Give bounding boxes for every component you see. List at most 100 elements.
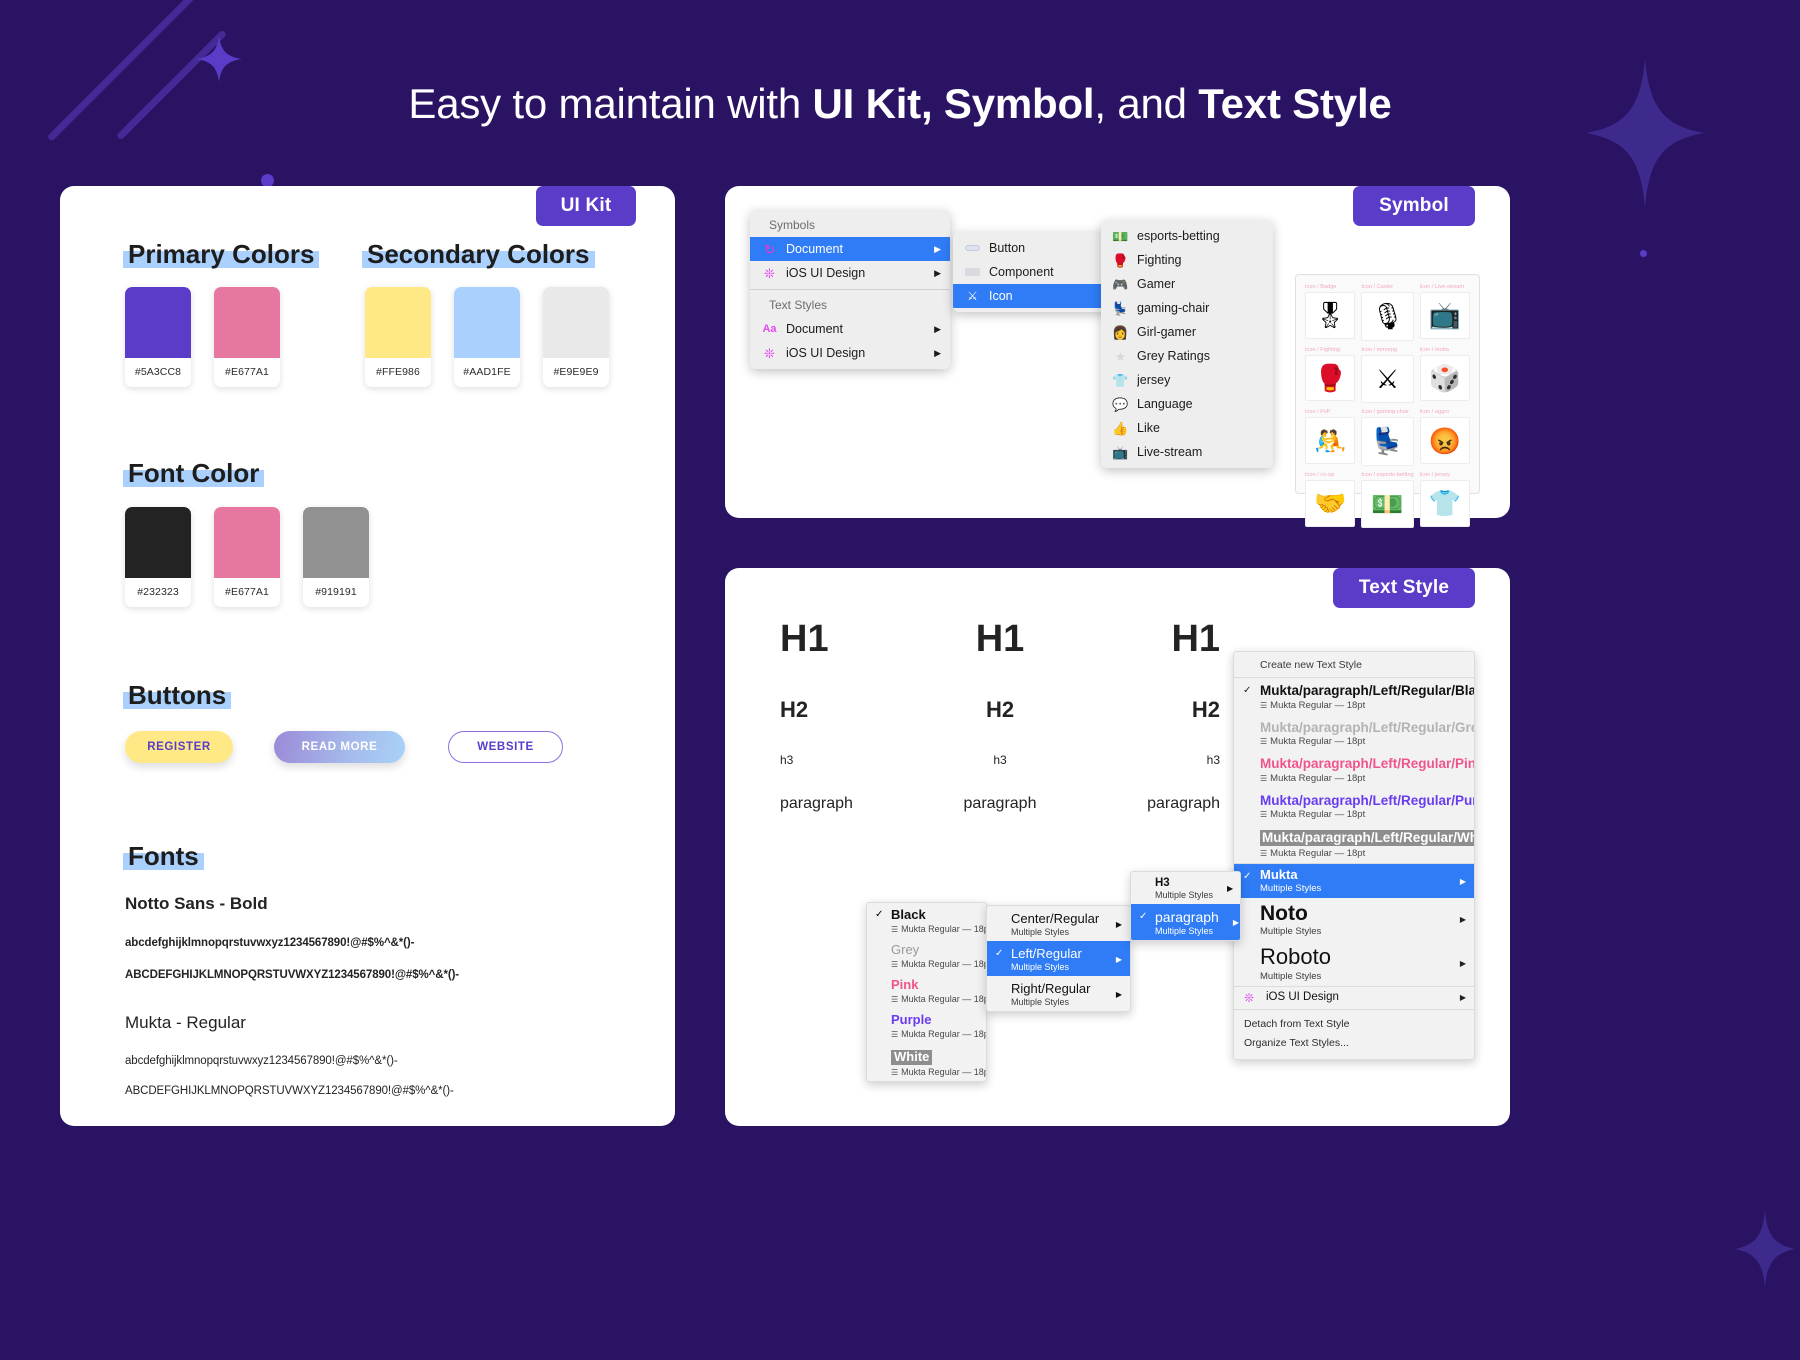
color-hex-label: #232323 [137, 586, 179, 598]
icon-grid-cell[interactable]: Icon / jersey 👕 [1419, 471, 1470, 529]
color-swatch[interactable]: #E9E9E9 [543, 287, 609, 387]
register-button[interactable]: REGISTER [125, 731, 233, 763]
ui-kit-card: Primary Colors #5A3CC8 #E677A1 Secondary… [60, 186, 675, 1126]
level-item-h3[interactable]: H3 Multiple Styles ▶ [1131, 872, 1240, 904]
text-style-item-grey[interactable]: Mukta/paragraph/Left/Regular/Grey ☰ Mukta… [1234, 715, 1474, 752]
color-swatch[interactable]: #5A3CC8 [125, 287, 191, 387]
list-item[interactable]: 💵 esports-betting [1101, 224, 1273, 248]
h1-sample: H1 [975, 618, 1025, 660]
organize-text-styles-item[interactable]: Organize Text Styles... [1234, 1034, 1474, 1053]
menu-item-document-textstyle[interactable]: Aa Document ▶ [750, 317, 950, 341]
text-style-item-black[interactable]: ✓ Mukta/paragraph/Left/Regular/Black ☰ Mu… [1234, 678, 1474, 715]
color-chip [365, 287, 431, 358]
list-item[interactable]: 🥊 Fighting [1101, 248, 1273, 272]
text-style-item-purple[interactable]: Mukta/paragraph/Left/Regular/Purple ☰ Muk… [1234, 788, 1474, 825]
icon-list-menu[interactable]: 💵 esports-betting 🥊 Fighting 🎮 Gamer 💺 g… [1101, 220, 1273, 468]
menu-item-document-symbol[interactable]: ↻ Document ▶ [750, 237, 950, 261]
font-item-roboto[interactable]: Roboto Multiple Styles ▶ [1234, 941, 1474, 985]
page-title: Easy to maintain with UI Kit, Symbol, an… [0, 80, 1800, 128]
symbols-menu[interactable]: Symbols ↻ Document ▶ ❊ iOS UI Design ▶ T… [750, 210, 950, 369]
chevron-right-icon: ▶ [1227, 884, 1234, 893]
icon-caption: Icon / aggro [1419, 409, 1450, 416]
list-item[interactable]: 💬 Language [1101, 392, 1273, 416]
style-meta: ☰ Mukta Regular — 18pt [1260, 848, 1366, 860]
color-item-black[interactable]: ✓ Black ☰ Mukta Regular — 18pt [867, 903, 986, 938]
h1-sample: H1 [780, 618, 829, 660]
menu-item-ios-ui-design-symbol[interactable]: ❊ iOS UI Design ▶ [750, 261, 950, 285]
icon-caption: Icon / co-op [1305, 471, 1335, 478]
menu-item-ios-ui-design[interactable]: ❊ iOS UI Design ▶ [1234, 987, 1474, 1009]
color-item-white[interactable]: White ☰ Mukta Regular — 18pt [867, 1043, 986, 1081]
align-item-left[interactable]: ✓ Left/Regular Multiple Styles ▶ [987, 941, 1130, 976]
icon-caption: Icon / jersey [1419, 471, 1450, 478]
icon-caption: Icon / gaming-chair [1361, 409, 1409, 416]
color-variant-menu[interactable]: ✓ Black ☰ Mukta Regular — 18pt Grey ☰ Mukt… [866, 902, 987, 1082]
color-item-pink[interactable]: Pink ☰ Mukta Regular — 18pt [867, 973, 986, 1008]
color-swatch[interactable]: #FFE986 [365, 287, 431, 387]
check-icon: ✓ [995, 948, 1004, 959]
icon-caption: Icon / esports-betting [1361, 471, 1414, 478]
paragraph-sample: paragraph [780, 795, 853, 812]
list-item[interactable]: 👩 Girl-gamer [1101, 320, 1273, 344]
icon-grid-cell[interactable]: Icon / esports-betting 💵 [1361, 471, 1414, 529]
icon-grid-cell[interactable]: Icon / moba 🎲 [1419, 347, 1470, 404]
icon-grid-cell[interactable]: Icon / Badge 🎖 [1305, 284, 1356, 341]
level-variant-menu[interactable]: H3 Multiple Styles ▶ ✓ paragraph Multipl… [1130, 871, 1241, 941]
list-item[interactable]: 🎮 Gamer [1101, 272, 1273, 296]
color-swatch[interactable]: #232323 [125, 507, 191, 607]
font-item-mukta[interactable]: ✓ Mukta Multiple Styles ▶ [1234, 864, 1474, 899]
read-more-button[interactable]: READ MORE [274, 731, 405, 763]
list-item[interactable]: 📺 Live-stream [1101, 440, 1273, 464]
website-button[interactable]: WEBSITE [448, 731, 563, 763]
color-item-grey[interactable]: Grey ☰ Mukta Regular — 18pt [867, 938, 986, 973]
align-item-center[interactable]: Center/Regular Multiple Styles ▶ [987, 906, 1130, 941]
list-item[interactable]: ★ Grey Ratings [1101, 344, 1273, 368]
dot-decoration [1640, 250, 1647, 257]
level-item-paragraph[interactable]: ✓ paragraph Multiple Styles ▶ [1131, 904, 1240, 940]
icon-caption: Icon / PvP [1305, 409, 1331, 416]
icon-grid-cell[interactable]: Icon / PvP 🤼 [1305, 409, 1356, 466]
color-item-purple[interactable]: Purple ☰ Mukta Regular — 18pt [867, 1008, 986, 1043]
font-item-noto[interactable]: Noto Multiple Styles ▶ [1234, 898, 1474, 941]
gaming-chair-icon: 💺 [1112, 300, 1129, 316]
style-name: Mukta/paragraph/Left/Regular/Grey [1260, 719, 1475, 735]
jersey-icon: 👕 [1112, 372, 1129, 388]
h2-sample: H2 [1191, 697, 1221, 722]
icon-grid-cell[interactable]: Icon / aggro 😡 [1419, 409, 1470, 466]
menu-item-ios-ui-design-textstyle[interactable]: ❊ iOS UI Design ▶ [750, 341, 950, 365]
icon-grid-cell[interactable]: Icon / mmorpg ⚔ [1361, 347, 1414, 404]
color-swatch[interactable]: #AAD1FE [454, 287, 520, 387]
icon-grid-cell[interactable]: Icon / gaming-chair 💺 [1361, 409, 1414, 466]
color-hex-label: #FFE986 [376, 366, 420, 378]
level-name: paragraph [1155, 909, 1219, 925]
color-hex-label: #E677A1 [225, 586, 269, 598]
color-swatch[interactable]: #E677A1 [214, 507, 280, 607]
esports-betting-icon: 💵 [1112, 228, 1129, 244]
paragraph-sample: paragraph [1147, 795, 1221, 812]
alignment-variant-menu[interactable]: Center/Regular Multiple Styles ▶ ✓ Left/… [986, 905, 1131, 1012]
list-item[interactable]: 💺 gaming-chair [1101, 296, 1273, 320]
style-meta: ☰ Mukta Regular — 18pt [1260, 809, 1366, 821]
primary-colors-swatches: #5A3CC8 #E677A1 [125, 287, 303, 387]
create-new-text-style-item[interactable]: Create new Text Style [1234, 652, 1474, 678]
language-icon: 💬 [1112, 396, 1129, 412]
color-hex-label: #E677A1 [225, 366, 269, 378]
icon-grid-cell[interactable]: Icon / co-op 🤝 [1305, 471, 1356, 529]
align-item-right[interactable]: Right/Regular Multiple Styles ▶ [987, 976, 1130, 1011]
h3-sample: h3 [780, 753, 794, 767]
fonts-title: Fonts [123, 841, 204, 872]
text-sample-left: H1 H2 h3 paragraph [780, 618, 927, 813]
icon-grid-cell[interactable]: Icon / Live-stream 📺 [1419, 284, 1470, 341]
icon-preview-grid[interactable]: Icon / Badge 🎖 Icon / Caster 🎙 Icon / Live… [1295, 274, 1480, 529]
icon-grid-cell[interactable]: Icon / Caster 🎙 [1361, 284, 1414, 341]
text-style-list-menu[interactable]: Create new Text Style ✓ Mukta/paragraph/… [1233, 651, 1475, 1061]
text-style-item-white[interactable]: Mukta/paragraph/Left/Regular/White ☰ Mukt… [1234, 824, 1474, 863]
detach-from-text-style-item[interactable]: Detach from Text Style [1234, 1015, 1474, 1034]
icon-grid-cell[interactable]: Icon / Fighting 🥊 [1305, 347, 1356, 404]
list-item[interactable]: 👕 jersey [1101, 368, 1273, 392]
color-swatch[interactable]: #919191 [303, 507, 369, 607]
font-sample-lowercase: abcdefghijklmnopqrstuvwxyz1234567890!@#$… [125, 937, 415, 949]
text-style-item-pink[interactable]: Mukta/paragraph/Left/Regular/Pink ☰ Mukta… [1234, 751, 1474, 788]
list-item[interactable]: 👍 Like [1101, 416, 1273, 440]
color-swatch[interactable]: #E677A1 [214, 287, 280, 387]
